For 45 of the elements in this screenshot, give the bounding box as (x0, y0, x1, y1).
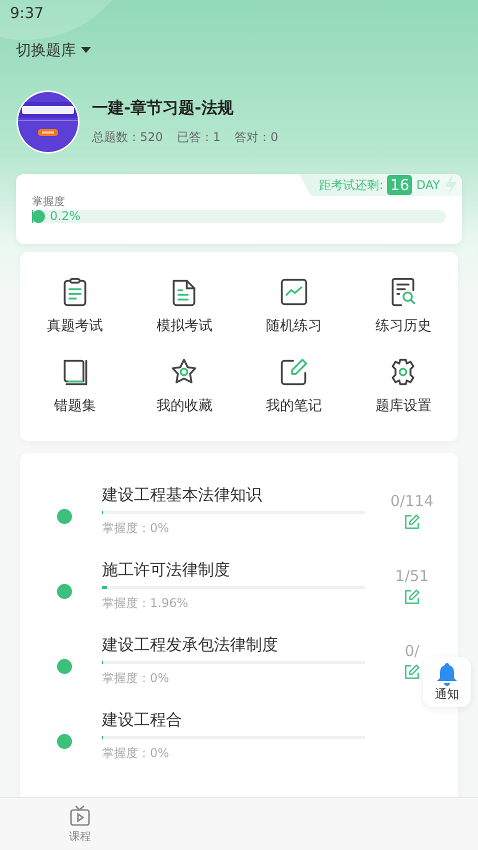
chapter-title[interactable]: 建设工程基本法律知识 (102, 484, 365, 506)
question-count: 0/114 (390, 492, 434, 510)
tv-icon (69, 804, 91, 826)
edit-icon[interactable] (404, 664, 420, 680)
chart-icon (278, 277, 309, 307)
question-count: 0/ (404, 642, 420, 660)
question-count: 1/51 (395, 566, 429, 584)
mastery-text: 掌握度：1.96% (102, 594, 190, 612)
chapter-title[interactable]: 施工许可法律制度 (102, 560, 365, 580)
menu-item[interactable]: 练习历史 (348, 277, 458, 335)
mastery-value: 0.2% (50, 209, 80, 223)
edit-icon[interactable] (404, 588, 420, 604)
lightning-icon (444, 174, 458, 196)
menu-item[interactable]: 题库设置 (348, 357, 458, 415)
stat-text: 答对：0 (234, 129, 278, 146)
chapter-title[interactable]: 建设工程发承包法律制度 (102, 634, 365, 656)
bank-title: 一建-章节习题-法规 (92, 98, 234, 119)
mastery-text: 掌握度：0% (102, 744, 170, 762)
stat-text: 总题数：520 (92, 129, 163, 146)
menu-item[interactable]: 真题考试 (20, 277, 130, 335)
status-dot (57, 509, 72, 524)
chapter-title[interactable]: 建设工程合 (102, 710, 365, 730)
mastery-dot (32, 210, 45, 223)
notify-button[interactable]: 通知 (423, 657, 471, 707)
edit-icon[interactable] (404, 514, 420, 530)
status-dot (57, 659, 72, 674)
menu-item[interactable]: 我的笔记 (239, 357, 348, 415)
mastery-label: 掌握度 (32, 194, 65, 209)
days-unit: DAY (416, 178, 440, 192)
edit-icon (278, 357, 309, 387)
menu-item[interactable]: 错题集 (20, 357, 130, 415)
menu-item[interactable]: 随机练习 (239, 277, 348, 335)
status-dot (57, 734, 72, 749)
mastery-text: 掌握度：0% (102, 520, 170, 536)
menu-item[interactable]: 模拟考试 (130, 277, 239, 335)
stat-text: 已答：1 (176, 129, 221, 146)
bell-icon (436, 662, 458, 686)
status-dot (57, 584, 72, 599)
status-time: 9:37 (10, 4, 44, 22)
switch-bank-button[interactable]: 切换题库 (16, 41, 91, 60)
caret-icon (81, 47, 91, 54)
mastery-text: 掌握度：0% (102, 670, 170, 686)
days-count: 16 (387, 175, 412, 195)
menu-item[interactable]: 我的收藏 (130, 357, 239, 415)
countdown-label: 距考试还剩: (319, 176, 384, 194)
